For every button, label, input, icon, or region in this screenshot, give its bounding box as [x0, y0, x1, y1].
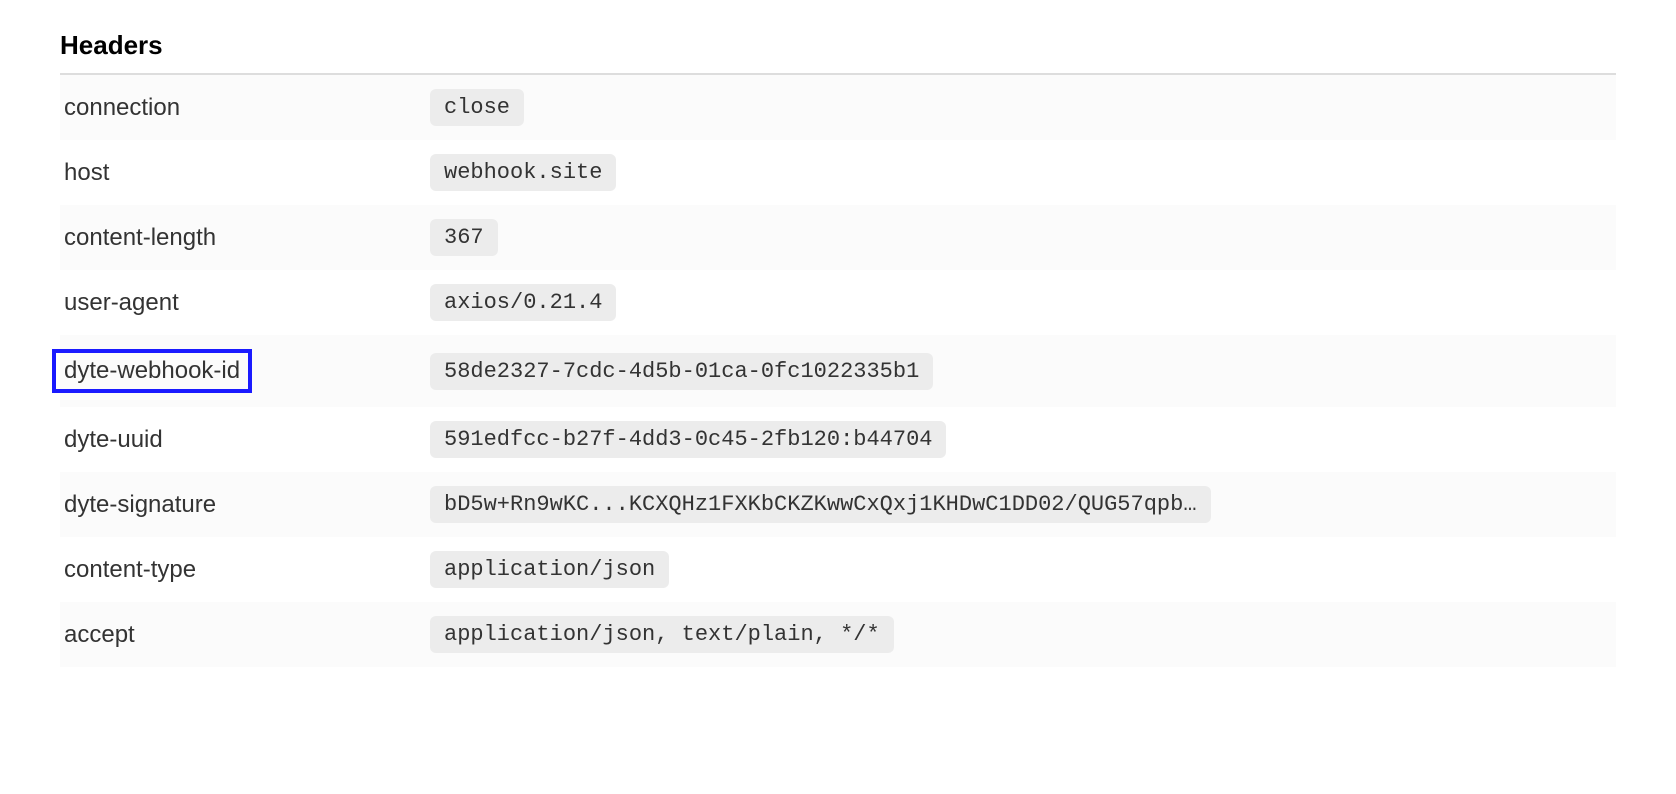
header-row: accept application/json, text/plain, */*: [60, 602, 1616, 667]
header-value: 58de2327-7cdc-4d5b-01ca-0fc1022335b1: [430, 353, 933, 390]
header-key-cell: dyte-signature: [60, 489, 430, 521]
header-value: 367: [430, 219, 498, 256]
header-value-cell: application/json, text/plain, */*: [430, 616, 1616, 653]
header-key: content-length: [60, 222, 220, 254]
header-key: dyte-webhook-id: [52, 349, 252, 393]
header-key: dyte-uuid: [60, 424, 167, 456]
header-key: user-agent: [60, 287, 183, 319]
header-value-cell: 367: [430, 219, 1616, 256]
header-key-cell: host: [60, 157, 430, 189]
section-title: Headers: [60, 30, 1616, 61]
header-value-cell: axios/0.21.4: [430, 284, 1616, 321]
header-value: 591edfcc-b27f-4dd3-0c45-2fb120:b44704: [430, 421, 946, 458]
header-key: content-type: [60, 554, 200, 586]
header-value-cell: application/json: [430, 551, 1616, 588]
header-value: axios/0.21.4: [430, 284, 616, 321]
header-row: host webhook.site: [60, 140, 1616, 205]
header-key: accept: [60, 619, 139, 651]
header-key-cell: content-length: [60, 222, 430, 254]
header-value-cell: close: [430, 89, 1616, 126]
header-value: application/json, text/plain, */*: [430, 616, 894, 653]
header-row: content-length 367: [60, 205, 1616, 270]
header-key: host: [60, 157, 113, 189]
header-value: close: [430, 89, 524, 126]
header-value: webhook.site: [430, 154, 616, 191]
header-value-cell: bD5w+Rn9wKC...KCXQHz1FXKbCKZKwwCxQxj1KHD…: [430, 486, 1616, 523]
header-row: connection close: [60, 75, 1616, 140]
header-key-cell: content-type: [60, 554, 430, 586]
header-value-cell: 591edfcc-b27f-4dd3-0c45-2fb120:b44704: [430, 421, 1616, 458]
header-value: application/json: [430, 551, 669, 588]
header-value: bD5w+Rn9wKC...KCXQHz1FXKbCKZKwwCxQxj1KHD…: [430, 486, 1211, 523]
header-row: dyte-signature bD5w+Rn9wKC...KCXQHz1FXKbC…: [60, 472, 1616, 537]
header-key-cell: user-agent: [60, 287, 430, 319]
header-key-cell: accept: [60, 619, 430, 651]
header-row: content-type application/json: [60, 537, 1616, 602]
header-row: dyte-uuid 591edfcc-b27f-4dd3-0c45-2fb120:…: [60, 407, 1616, 472]
header-row: user-agent axios/0.21.4: [60, 270, 1616, 335]
header-value-cell: 58de2327-7cdc-4d5b-01ca-0fc1022335b1: [430, 353, 1616, 390]
header-row: dyte-webhook-id58de2327-7cdc-4d5b-01ca-0…: [60, 335, 1616, 407]
header-key-cell: dyte-webhook-id: [60, 349, 430, 393]
header-value-cell: webhook.site: [430, 154, 1616, 191]
headers-section: Headers connectionclosehostwebhook.sitec…: [60, 30, 1616, 667]
header-key: connection: [60, 92, 184, 124]
header-key: dyte-signature: [60, 489, 220, 521]
header-key-cell: dyte-uuid: [60, 424, 430, 456]
headers-table: connection close host webhook.site content-l…: [60, 73, 1616, 667]
header-key-cell: connection: [60, 92, 430, 124]
